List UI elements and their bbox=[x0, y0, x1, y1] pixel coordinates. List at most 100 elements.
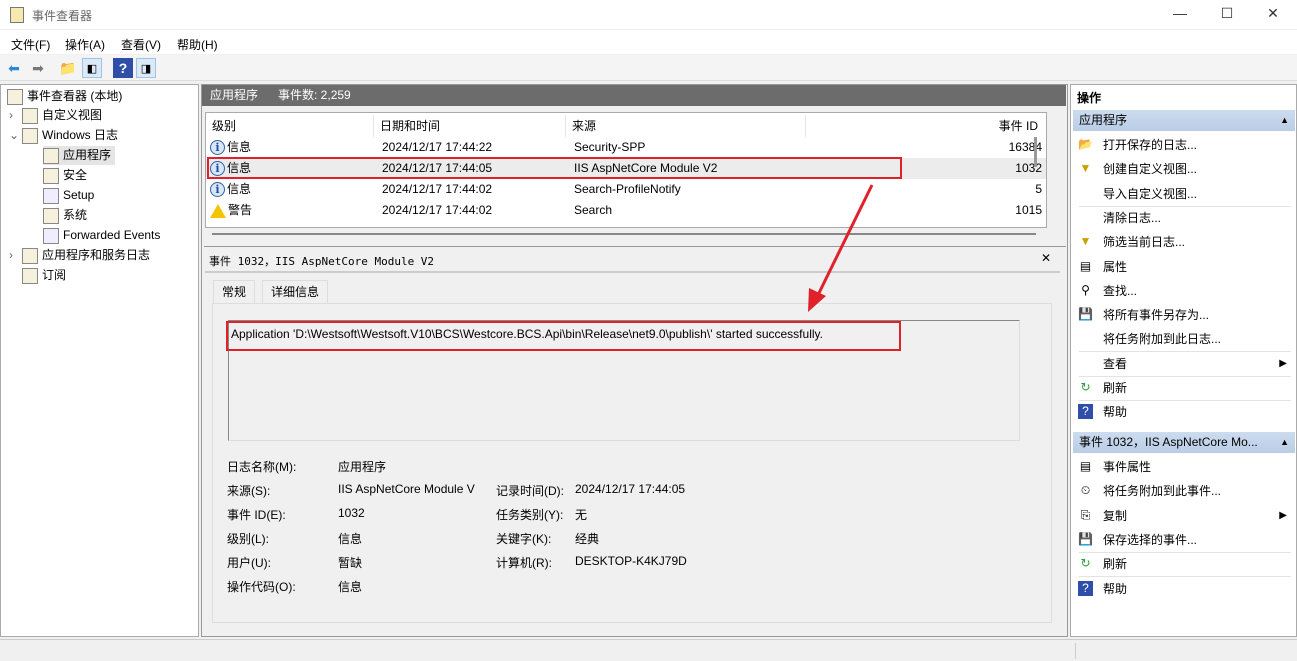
tree-label: 自定义视图 bbox=[42, 108, 103, 122]
tree-label: Windows 日志 bbox=[42, 128, 119, 142]
tree-item-app-service-logs[interactable]: › 应用程序和服务日志 bbox=[9, 246, 150, 265]
menu-bar: 文件(F) 操作(A) 查看(V) 帮助(H) bbox=[0, 30, 1297, 54]
event-id: 1015 bbox=[1015, 203, 1042, 217]
action-item[interactable]: ⏲ 将任务附加到此事件... bbox=[1071, 480, 1295, 502]
action-label: 打开保存的日志... bbox=[1103, 138, 1198, 152]
table-row[interactable]: 警告 2024/12/17 17:44:02 Search 1015 bbox=[206, 200, 1046, 221]
maximize-button[interactable]: ☐ bbox=[1212, 5, 1242, 25]
collapse-icon[interactable]: ▲ bbox=[1280, 110, 1289, 131]
tree-label: 系统 bbox=[63, 208, 88, 222]
help-icon[interactable]: ? bbox=[113, 58, 133, 78]
action-item[interactable]: 💾 保存选择的事件... bbox=[1071, 529, 1295, 551]
action-item[interactable]: 💾 将所有事件另存为... bbox=[1071, 304, 1295, 326]
event-id: 5 bbox=[1035, 182, 1042, 196]
column-event-id[interactable]: 事件 ID bbox=[806, 115, 1044, 137]
action-label: 复制 bbox=[1103, 508, 1128, 523]
action-icon: ? bbox=[1078, 404, 1093, 420]
minimize-button[interactable]: — bbox=[1165, 5, 1195, 25]
action-item[interactable]: ▼ 创建自定义视图... bbox=[1071, 158, 1295, 180]
navigation-tree: 事件查看器 (本地) › 自定义视图 ⌄ Windows 日志 应用程序 安全 Se… bbox=[0, 84, 199, 637]
level: 信息 bbox=[227, 182, 252, 196]
action-item[interactable]: ↻ 刷新 bbox=[1071, 553, 1295, 575]
action-item[interactable]: ▤ 事件属性 bbox=[1071, 456, 1295, 478]
forward-icon[interactable]: ➡ bbox=[28, 58, 48, 78]
collapse-icon[interactable]: ▲ bbox=[1280, 432, 1289, 453]
column-source[interactable]: 来源 bbox=[566, 115, 806, 137]
tree-item-system[interactable]: 系统 bbox=[43, 206, 87, 225]
field-value: DESKTOP-K4KJ79D bbox=[575, 554, 687, 568]
field-label: 用户(U): bbox=[227, 556, 271, 570]
field-label: 计算机(R): bbox=[496, 556, 552, 570]
tree-item-windows-logs[interactable]: ⌄ Windows 日志 bbox=[9, 126, 118, 145]
action-item[interactable]: 📂 打开保存的日志... bbox=[1071, 134, 1295, 156]
action-label: 查找... bbox=[1103, 283, 1138, 298]
field-label: 级别(L): bbox=[227, 532, 270, 546]
window-title: 事件查看器 bbox=[32, 9, 93, 23]
action-item[interactable]: 清除日志... bbox=[1071, 207, 1295, 229]
horizontal-scrollbar[interactable] bbox=[212, 233, 1036, 235]
log-header: 应用程序 事件数: 2,259 bbox=[202, 85, 1066, 106]
action-item[interactable]: ? 帮助 bbox=[1071, 578, 1295, 600]
up-folder-icon[interactable]: 📁 bbox=[58, 58, 78, 78]
section-application[interactable]: 应用程序 ▲ bbox=[1073, 110, 1295, 131]
section-label: 应用程序 bbox=[1079, 113, 1128, 127]
action-item[interactable]: ⎘ 复制 ▶ bbox=[1071, 505, 1295, 527]
source: Search bbox=[574, 203, 613, 217]
chevron-right-icon[interactable]: › bbox=[9, 246, 22, 265]
warning-icon bbox=[210, 203, 226, 218]
tab-general[interactable]: 常规 bbox=[213, 280, 256, 304]
action-label: 刷新 bbox=[1103, 381, 1128, 395]
tree-item-subscriptions[interactable]: 订阅 bbox=[22, 266, 66, 285]
field-value: 2024/12/17 17:44:05 bbox=[575, 482, 686, 496]
event-id: 1032 bbox=[1015, 161, 1042, 175]
tree-item-custom-views[interactable]: › 自定义视图 bbox=[9, 106, 102, 125]
tree-item-security[interactable]: 安全 bbox=[43, 166, 87, 185]
action-item[interactable]: ⚲ 查找... bbox=[1071, 280, 1295, 302]
column-level[interactable]: 级别 bbox=[206, 115, 374, 137]
submenu-arrow-icon: ▶ bbox=[1279, 357, 1287, 369]
tree-item-application[interactable]: 应用程序 bbox=[43, 146, 116, 165]
tree-item-forwarded-events[interactable]: Forwarded Events bbox=[43, 226, 160, 245]
folder-icon bbox=[22, 107, 38, 124]
column-date[interactable]: 日期和时间 bbox=[374, 115, 566, 137]
tree-label: 安全 bbox=[63, 168, 88, 182]
close-button[interactable]: ✕ bbox=[1258, 5, 1288, 25]
tree-root[interactable]: 事件查看器 (本地) bbox=[7, 87, 122, 106]
menu-file[interactable]: 文件(F) bbox=[11, 36, 50, 53]
vertical-scrollbar[interactable] bbox=[1034, 137, 1037, 167]
chevron-down-icon[interactable]: ⌄ bbox=[9, 126, 22, 145]
menu-action[interactable]: 操作(A) bbox=[65, 36, 105, 53]
action-icon: ▤ bbox=[1079, 258, 1092, 273]
close-detail-icon[interactable]: ✕ bbox=[1041, 251, 1051, 265]
show-hide-tree-icon[interactable]: ◧ bbox=[82, 58, 102, 78]
tree-item-setup[interactable]: Setup bbox=[43, 186, 94, 205]
tree-label: 应用程序 bbox=[63, 148, 112, 162]
section-event[interactable]: 事件 1032，IIS AspNetCore Mo... ▲ bbox=[1073, 432, 1295, 453]
back-icon[interactable]: ⬅ bbox=[4, 58, 24, 78]
field-value: 1032 bbox=[338, 506, 365, 520]
action-label: 清除日志... bbox=[1103, 210, 1162, 225]
info-icon: i bbox=[210, 182, 225, 198]
action-label: 查看 bbox=[1103, 356, 1128, 371]
menu-view[interactable]: 查看(V) bbox=[121, 36, 161, 53]
submenu-arrow-icon: ▶ bbox=[1279, 509, 1287, 521]
table-row[interactable]: i 信息 2024/12/17 17:44:02 Search-ProfileNo… bbox=[206, 179, 1046, 200]
action-item[interactable]: ▼ 筛选当前日志... bbox=[1071, 231, 1295, 253]
chevron-right-icon[interactable]: › bbox=[9, 106, 22, 125]
action-item[interactable]: 查看 ▶ bbox=[1071, 353, 1295, 375]
action-icon: ↻ bbox=[1080, 380, 1091, 394]
tab-details[interactable]: 详细信息 bbox=[262, 280, 329, 303]
action-item[interactable]: 将任务附加到此日志... bbox=[1071, 328, 1295, 350]
event-viewer-icon bbox=[10, 7, 24, 23]
action-item[interactable]: ? 帮助 bbox=[1071, 401, 1295, 423]
action-item[interactable]: ↻ 刷新 bbox=[1071, 377, 1295, 399]
action-item[interactable]: ▤ 属性 bbox=[1071, 256, 1295, 278]
action-item[interactable]: 导入自定义视图... bbox=[1071, 183, 1295, 205]
table-row[interactable]: i 信息 2024/12/17 17:44:22 Security-SPP 163… bbox=[206, 137, 1046, 158]
action-label: 将任务附加到此日志... bbox=[1103, 332, 1222, 347]
menu-help[interactable]: 帮助(H) bbox=[177, 36, 218, 53]
show-hide-action-pane-icon[interactable]: ◨ bbox=[136, 58, 156, 78]
tree-label: Setup bbox=[63, 188, 95, 202]
field-label: 来源(S): bbox=[227, 484, 271, 498]
action-icon: 📂 bbox=[1078, 137, 1093, 151]
